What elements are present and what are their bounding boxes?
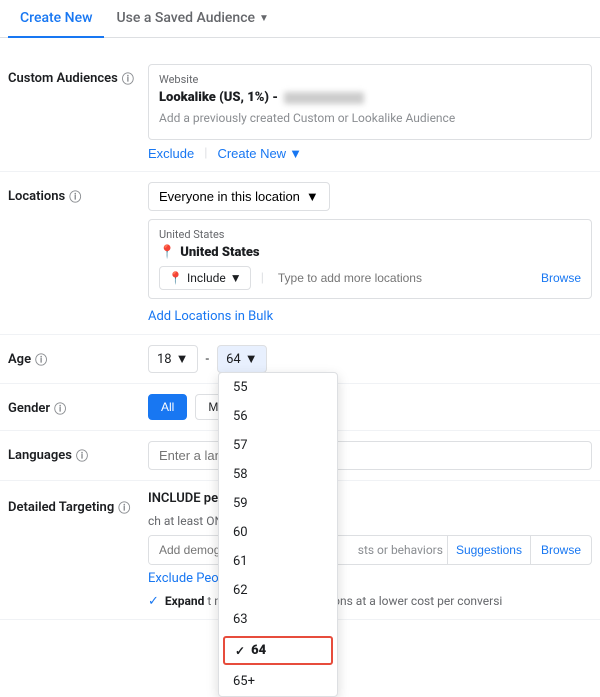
info-icon-gender[interactable]: ⓘ <box>54 400 66 417</box>
age-label: Age ⓘ <box>8 345 148 368</box>
age-option-58[interactable]: 58 <box>219 460 337 489</box>
include-people-label: INCLUDE pe <box>148 491 592 506</box>
location-type-dropdown[interactable]: Everyone in this location ▼ <box>148 182 330 211</box>
exclude-people-link[interactable]: Exclude Peop <box>148 571 592 586</box>
country-label: United States <box>159 228 581 241</box>
info-icon-languages[interactable]: ⓘ <box>76 447 88 464</box>
targeting-behaviors-label: sts or behaviors <box>354 536 447 564</box>
chevron-down-icon-age-to: ▼ <box>245 351 258 367</box>
selected-check: ✓ <box>235 644 245 658</box>
audience-actions: Exclude | Create New ▼ <box>148 146 592 161</box>
expand-row: ✓ Expand t may increase conversions at a… <box>148 594 592 609</box>
age-option-61[interactable]: 61 <box>219 547 337 576</box>
lookalike-audience: Lookalike (US, 1%) - <box>159 90 581 105</box>
detailed-targeting-content: INCLUDE pe ch at least ONE of the follow… <box>148 491 592 609</box>
suggestions-button[interactable]: Suggestions <box>447 536 530 564</box>
chevron-down-icon-audience: ▼ <box>289 146 302 161</box>
chevron-down-icon-age-from: ▼ <box>176 351 189 367</box>
separator: | <box>204 146 207 161</box>
custom-audiences-content: Website Lookalike (US, 1%) - Add a previ… <box>148 64 592 161</box>
add-bulk-link[interactable]: Add Locations in Bulk <box>148 309 273 324</box>
chevron-down-icon: ▼ <box>259 13 269 24</box>
chevron-down-icon-location: ▼ <box>306 189 319 204</box>
info-icon-locations[interactable]: ⓘ <box>69 188 81 205</box>
age-option-56[interactable]: 56 <box>219 402 337 431</box>
custom-audiences-label: Custom Audiences ⓘ <box>8 64 148 87</box>
location-box: United States 📍 United States 📍 Include … <box>148 219 592 299</box>
age-option-55[interactable]: 55 <box>219 373 337 402</box>
age-option-60[interactable]: 60 <box>219 518 337 547</box>
age-gender-row: 18 ▼ - 64 ▼ <box>148 345 592 373</box>
tab-create-new[interactable]: Create New <box>8 0 104 38</box>
locations-row: Locations ⓘ Everyone in this location ▼ … <box>0 172 600 335</box>
languages-label: Languages ⓘ <box>8 441 148 464</box>
tabs-container: Create New Use a Saved Audience ▼ <box>0 0 600 38</box>
targeting-browse-button[interactable]: Browse <box>530 536 591 564</box>
pin-icon-small: 📍 <box>168 271 183 285</box>
info-icon-audiences[interactable]: ⓘ <box>122 70 134 87</box>
gender-buttons-row: All Men Women <box>148 394 592 420</box>
language-input[interactable] <box>148 441 592 470</box>
gender-content: All Men Women <box>148 394 592 420</box>
age-option-59[interactable]: 59 <box>219 489 337 518</box>
gender-label: Gender ⓘ <box>8 394 148 417</box>
audience-box: Website Lookalike (US, 1%) - Add a previ… <box>148 64 592 140</box>
age-option-62[interactable]: 62 <box>219 576 337 605</box>
info-icon-targeting[interactable]: ⓘ <box>118 499 130 516</box>
detailed-targeting-label: Detailed Targeting ⓘ <box>8 491 148 516</box>
gender-all-button[interactable]: All <box>148 394 187 420</box>
age-from-dropdown[interactable]: 18 ▼ <box>148 345 198 373</box>
custom-audiences-row: Custom Audiences ⓘ Website Lookalike (US… <box>0 54 600 172</box>
pin-icon: 📍 <box>159 245 175 260</box>
exclude-button[interactable]: Exclude <box>148 146 194 161</box>
include-dropdown[interactable]: 📍 Include ▼ <box>159 266 251 290</box>
location-search-input[interactable] <box>274 267 535 289</box>
age-option-63[interactable]: 63 <box>219 605 337 634</box>
chevron-down-icon-include: ▼ <box>230 271 242 285</box>
info-icon-age[interactable]: ⓘ <box>35 351 47 368</box>
age-content: 18 ▼ - 64 ▼ <box>148 345 592 373</box>
targeting-input-row: sts or behaviors Suggestions Browse <box>148 535 592 565</box>
age-option-65plus[interactable]: 65+ <box>219 667 337 696</box>
include-row: 📍 Include ▼ | Browse <box>159 266 581 290</box>
location-browse-button[interactable]: Browse <box>541 271 581 285</box>
check-icon: ✓ <box>148 594 159 609</box>
age-option-57[interactable]: 57 <box>219 431 337 460</box>
age-to-dropdown-menu: 55 56 57 58 59 60 61 62 63 ✓ 64 65+ <box>218 372 338 697</box>
age-option-64[interactable]: ✓ 64 <box>223 636 333 665</box>
age-to-dropdown[interactable]: 64 ▼ <box>217 345 267 373</box>
website-label: Website <box>159 73 581 86</box>
locations-content: Everyone in this location ▼ United State… <box>148 182 592 324</box>
audience-placeholder: Add a previously created Custom or Looka… <box>159 105 581 131</box>
age-dash: - <box>206 352 210 367</box>
locations-label: Locations ⓘ <box>8 182 148 205</box>
tab-use-saved[interactable]: Use a Saved Audience ▼ <box>104 0 280 38</box>
blurred-name <box>284 92 364 104</box>
country-name: 📍 United States <box>159 245 581 260</box>
include-description: ch at least ONE of the following ⓘ <box>148 512 592 529</box>
include-separator: | <box>261 271 264 286</box>
languages-content <box>148 441 592 470</box>
create-new-audience-button[interactable]: Create New ▼ <box>217 146 302 161</box>
